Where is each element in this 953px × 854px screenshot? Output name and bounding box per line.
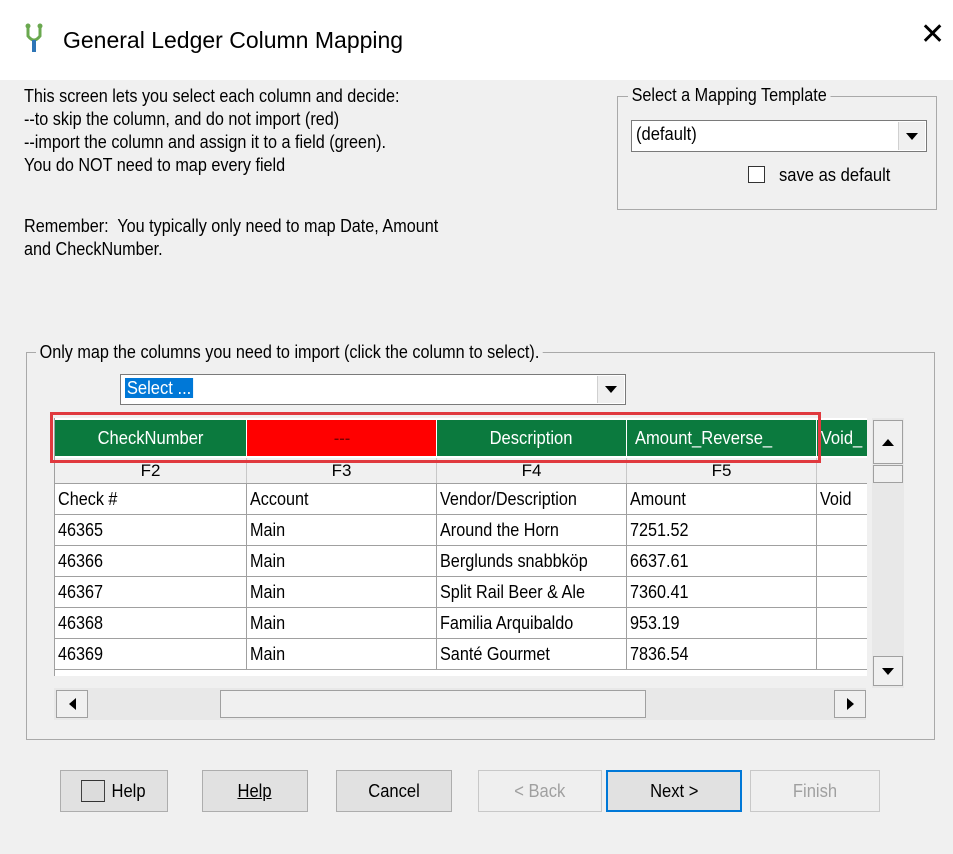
column-header[interactable]: F2	[55, 458, 247, 483]
map-cell-void[interactable]: Void_	[817, 420, 867, 456]
scroll-right-button[interactable]	[834, 690, 866, 718]
help-icon-button[interactable]: Help	[60, 770, 168, 812]
table-cell: Main	[247, 608, 437, 638]
table-cell: Vendor/Description	[437, 484, 627, 514]
close-icon[interactable]: ✕	[920, 20, 945, 50]
table-cell: 46367	[55, 577, 247, 607]
table-cell: Split Rail Beer & Ale	[437, 577, 627, 607]
table-cell: Check #	[55, 484, 247, 514]
table-row: 46369 Main Santé Gourmet 7836.54	[55, 639, 867, 670]
table-cell	[817, 546, 867, 576]
table-cell: Berglunds snabbköp	[437, 546, 627, 576]
table-cell: 46365	[55, 515, 247, 545]
table-row: Check # Account Vendor/Description Amoun…	[55, 484, 867, 515]
column-header-row: F2 F3 F4 F5	[55, 458, 867, 484]
table-cell	[817, 577, 867, 607]
table-cell: Main	[247, 515, 437, 545]
table-row: 46366 Main Berglunds snabbköp 6637.61	[55, 546, 867, 577]
table-cell: 46369	[55, 639, 247, 669]
back-button[interactable]: < Back	[478, 770, 602, 812]
table-cell: Main	[247, 546, 437, 576]
map-cell-description[interactable]: Description	[437, 420, 627, 456]
table-cell	[817, 515, 867, 545]
map-cell-checknumber[interactable]: CheckNumber	[55, 420, 247, 456]
mapping-row: CheckNumber --- Description Amount_Rever…	[55, 418, 867, 458]
save-default-checkbox[interactable]	[748, 166, 765, 183]
map-cell-skipped[interactable]: ---	[247, 420, 437, 456]
remember-text: Remember: You typically only need to map…	[24, 216, 439, 259]
map-cell-amount-reverse[interactable]: Amount_Reverse_	[627, 420, 817, 456]
arrow-right-icon	[846, 698, 854, 710]
vertical-scroll-thumb[interactable]	[873, 465, 903, 483]
table-cell: 7360.41	[627, 577, 817, 607]
app-logo-icon	[25, 23, 43, 52]
table-row: 46368 Main Familia Arquibaldo 953.19	[55, 608, 867, 639]
field-select-value: Select ...	[125, 378, 194, 398]
help-icon-button-label: Help	[111, 780, 147, 801]
arrow-left-icon	[68, 698, 76, 710]
template-legend: Select a Mapping Template	[628, 85, 831, 106]
table-cell: Void	[817, 484, 867, 514]
table-cell	[817, 608, 867, 638]
table-cell: 953.19	[627, 608, 817, 638]
window-title: General Ledger Column Mapping	[63, 27, 404, 53]
table-cell: Account	[247, 484, 437, 514]
title-bar: General Ledger Column Mapping ✕	[0, 0, 953, 80]
cancel-button[interactable]: Cancel	[336, 770, 452, 812]
table-cell: 6637.61	[627, 546, 817, 576]
table-cell: Around the Horn	[437, 515, 627, 545]
horizontal-scroll-thumb[interactable]	[220, 690, 646, 718]
horizontal-scrollbar[interactable]	[54, 688, 866, 720]
table-row: 46365 Main Around the Horn 7251.52	[55, 515, 867, 546]
field-dropdown-button[interactable]	[597, 376, 624, 403]
table-cell: 7836.54	[627, 639, 817, 669]
field-select[interactable]: Select ...	[120, 374, 626, 405]
table-cell: Main	[247, 639, 437, 669]
arrow-up-icon	[882, 438, 894, 446]
template-select-value: (default)	[636, 124, 697, 144]
scroll-down-button[interactable]	[873, 656, 903, 686]
table-row: 46367 Main Split Rail Beer & Ale 7360.41	[55, 577, 867, 608]
help-book-icon	[81, 780, 106, 802]
column-header[interactable]	[817, 458, 867, 483]
column-header[interactable]: F4	[437, 458, 627, 483]
next-button[interactable]: Next >	[606, 770, 742, 812]
finish-button[interactable]: Finish	[750, 770, 880, 812]
table-cell: Santé Gourmet	[437, 639, 627, 669]
column-header[interactable]: F3	[247, 458, 437, 483]
intro-text: This screen lets you select each column …	[24, 86, 400, 175]
chevron-down-icon	[605, 386, 617, 393]
table-cell	[817, 639, 867, 669]
data-grid[interactable]: CheckNumber --- Description Amount_Rever…	[54, 418, 867, 676]
table-cell: Amount	[627, 484, 817, 514]
column-header[interactable]: F5	[627, 458, 817, 483]
vertical-scrollbar[interactable]	[872, 418, 904, 688]
save-default-label: save as default	[779, 165, 891, 185]
mapping-legend: Only map the columns you need to import …	[36, 342, 543, 363]
table-cell: 7251.52	[627, 515, 817, 545]
table-cell: 46368	[55, 608, 247, 638]
template-group	[617, 96, 937, 210]
arrow-down-icon	[882, 667, 894, 675]
chevron-down-icon	[906, 132, 918, 140]
scroll-left-button[interactable]	[56, 690, 88, 718]
table-cell: Familia Arquibaldo	[437, 608, 627, 638]
help-button[interactable]: Help	[202, 770, 308, 812]
table-cell: 46366	[55, 546, 247, 576]
template-dropdown-button[interactable]	[898, 122, 925, 150]
table-cell: Main	[247, 577, 437, 607]
template-select[interactable]: (default)	[631, 120, 927, 152]
scroll-up-button[interactable]	[873, 420, 903, 464]
